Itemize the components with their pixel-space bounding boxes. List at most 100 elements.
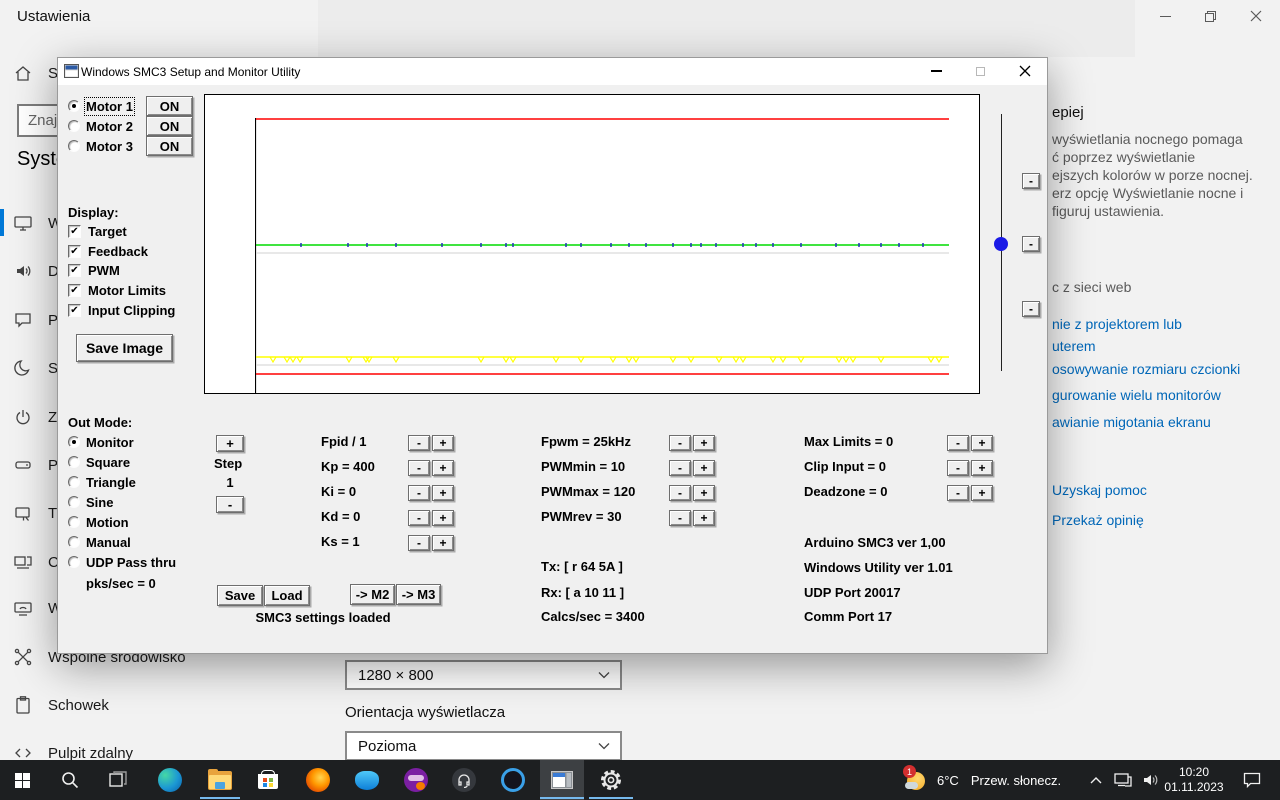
motor2-radio[interactable] <box>68 120 80 132</box>
motor-limits-label[interactable]: Motor Limits <box>88 283 166 298</box>
kp-minus-button[interactable]: - <box>408 460 430 476</box>
to-m2-button[interactable]: -> M2 <box>350 584 395 605</box>
triangle-radio[interactable] <box>68 476 80 488</box>
smc3-titlebar[interactable]: Windows SMC3 Setup and Monitor Utility <box>58 58 1047 85</box>
fpwm-minus-button[interactable]: - <box>669 435 691 451</box>
sidebar-item-clipboard[interactable]: Schowek <box>0 690 109 720</box>
smc3-taskbar-icon[interactable] <box>542 760 582 800</box>
deadzone-minus-button[interactable]: - <box>947 485 969 501</box>
feedback-link[interactable]: Przekaż opinię <box>1052 512 1144 528</box>
load-button[interactable]: Load <box>264 585 310 606</box>
motor3-label[interactable]: Motor 3 <box>86 139 133 154</box>
help-link[interactable]: awianie migotania ekranu <box>1052 414 1211 430</box>
pwmmax-minus-button[interactable]: - <box>669 485 691 501</box>
weather-widget[interactable]: 1 6°C Przew. słonecz. <box>903 760 1061 800</box>
help-link[interactable]: nie z projektorem lub <box>1052 316 1182 332</box>
clock-widget[interactable]: 10:20 01.11.2023 <box>1160 765 1228 795</box>
sidebar-item-projecting[interactable]: W <box>0 593 62 623</box>
motor-limits-checkbox[interactable]: ✔ <box>68 284 81 297</box>
smc3-close-button[interactable] <box>1009 60 1041 82</box>
input-clipping-checkbox[interactable]: ✔ <box>68 304 81 317</box>
ki-plus-button[interactable]: + <box>432 485 454 501</box>
step-minus-button[interactable]: - <box>216 496 244 513</box>
settings-close-button[interactable] <box>1233 0 1278 32</box>
feedback-label[interactable]: Feedback <box>88 244 148 259</box>
orientation-dropdown[interactable]: Pozioma <box>345 731 622 761</box>
sine-label[interactable]: Sine <box>86 495 113 510</box>
ring-app-icon[interactable] <box>493 760 533 800</box>
fpid-plus-button[interactable]: + <box>432 435 454 451</box>
settings-gear-icon[interactable] <box>591 760 631 800</box>
kd-minus-button[interactable]: - <box>408 510 430 526</box>
pwmrev-plus-button[interactable]: + <box>693 510 715 526</box>
motor1-radio[interactable] <box>68 100 80 112</box>
square-label[interactable]: Square <box>86 455 130 470</box>
fpid-minus-button[interactable]: - <box>408 435 430 451</box>
ki-minus-button[interactable]: - <box>408 485 430 501</box>
sine-radio[interactable] <box>68 496 80 508</box>
sidebar-item-sound[interactable]: D <box>0 256 59 286</box>
network-tray-icon[interactable] <box>1108 760 1138 800</box>
motor3-on-button[interactable]: ON <box>146 136 193 156</box>
to-m3-button[interactable]: -> M3 <box>396 584 441 605</box>
microsoft-store-icon[interactable] <box>248 760 288 800</box>
headset-app-icon[interactable] <box>444 760 484 800</box>
pwm-checkbox[interactable]: ✔ <box>68 264 81 277</box>
smc3-minimize-button[interactable] <box>920 60 952 82</box>
motor1-label[interactable]: Motor 1 <box>86 99 133 114</box>
monitor-radio[interactable] <box>68 436 80 448</box>
motion-label[interactable]: Motion <box>86 515 129 530</box>
motor2-on-button[interactable]: ON <box>146 116 193 136</box>
ks-minus-button[interactable]: - <box>408 535 430 551</box>
step-plus-button[interactable]: + <box>216 435 244 452</box>
slider-minus-button-3[interactable]: - <box>1022 301 1040 317</box>
udp-pass-thru-radio[interactable] <box>68 556 80 568</box>
sidebar-item-focus[interactable]: S <box>0 353 58 383</box>
edge-icon[interactable] <box>150 760 190 800</box>
sidebar-item-power[interactable]: Z <box>0 402 57 432</box>
motor3-radio[interactable] <box>68 140 80 152</box>
motion-radio[interactable] <box>68 516 80 528</box>
manual-radio[interactable] <box>68 536 80 548</box>
kd-plus-button[interactable]: + <box>432 510 454 526</box>
pwmmin-minus-button[interactable]: - <box>669 460 691 476</box>
pwmrev-minus-button[interactable]: - <box>669 510 691 526</box>
square-radio[interactable] <box>68 456 80 468</box>
fpwm-plus-button[interactable]: + <box>693 435 715 451</box>
resolution-dropdown[interactable]: 1280 × 800 <box>345 660 622 690</box>
sidebar-item-tablet[interactable]: T <box>0 498 57 528</box>
udp-pass-thru-label[interactable]: UDP Pass thru <box>86 555 176 570</box>
sidebar-item-notifications[interactable]: P <box>0 305 58 335</box>
pwmmax-plus-button[interactable]: + <box>693 485 715 501</box>
max-limits-plus-button[interactable]: + <box>971 435 993 451</box>
task-view-button[interactable] <box>98 760 138 800</box>
settings-minimize-button[interactable] <box>1143 0 1188 32</box>
sidebar-item-multitasking[interactable]: C <box>0 547 59 577</box>
slider-minus-button-2[interactable]: - <box>1022 236 1040 252</box>
kp-plus-button[interactable]: + <box>432 460 454 476</box>
pwm-label[interactable]: PWM <box>88 263 120 278</box>
save-button[interactable]: Save <box>217 585 263 606</box>
get-help-link[interactable]: Uzyskaj pomoc <box>1052 482 1147 498</box>
target-slider-thumb[interactable] <box>994 237 1008 251</box>
pwmmin-plus-button[interactable]: + <box>693 460 715 476</box>
motor1-on-button[interactable]: ON <box>146 96 193 116</box>
slider-minus-button-1[interactable]: - <box>1022 173 1040 189</box>
settings-restore-button[interactable] <box>1188 0 1233 32</box>
sidebar-item-home[interactable]: S <box>0 58 58 88</box>
blue-mask-app-icon[interactable] <box>347 760 387 800</box>
deadzone-plus-button[interactable]: + <box>971 485 993 501</box>
feedback-checkbox[interactable]: ✔ <box>68 245 81 258</box>
help-link[interactable]: gurowanie wielu monitorów <box>1052 387 1221 403</box>
ks-plus-button[interactable]: + <box>432 535 454 551</box>
purple-app-icon[interactable] <box>396 760 436 800</box>
sidebar-item-display[interactable]: W <box>0 208 62 238</box>
tray-chevron-button[interactable] <box>1082 760 1110 800</box>
target-checkbox[interactable]: ✔ <box>68 225 81 238</box>
start-button[interactable] <box>2 760 42 800</box>
help-link[interactable]: uterem <box>1052 338 1096 354</box>
manual-label[interactable]: Manual <box>86 535 131 550</box>
search-button[interactable] <box>50 760 90 800</box>
sidebar-item-storage[interactable]: P <box>0 450 58 480</box>
action-center-button[interactable] <box>1232 760 1272 800</box>
